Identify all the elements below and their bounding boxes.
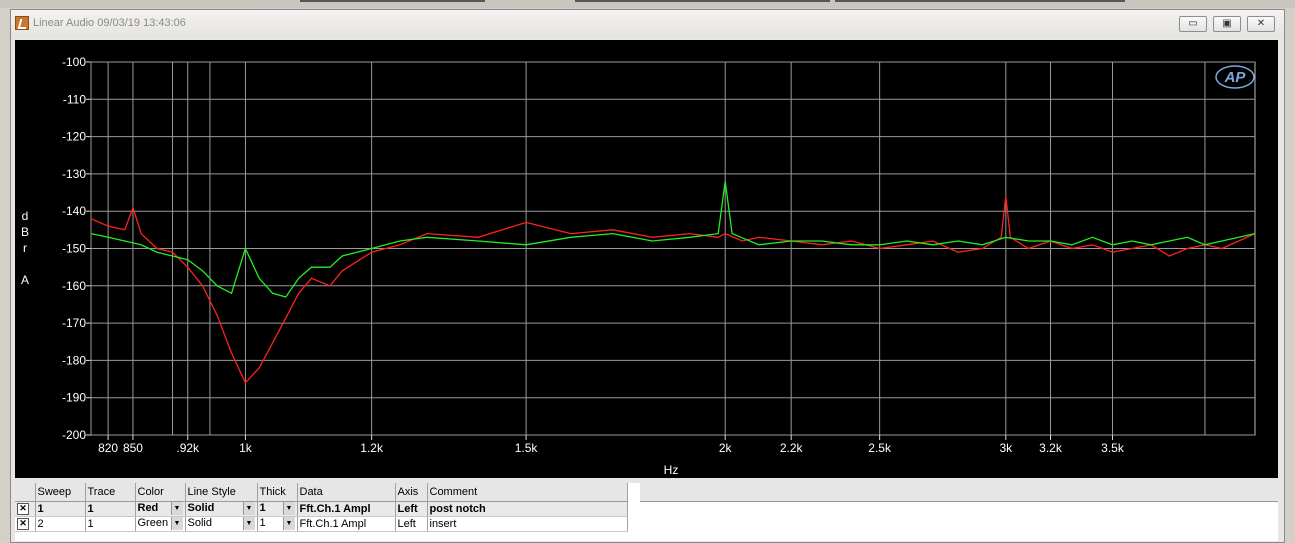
y-tick-label: -150 [62,242,86,256]
y-axis-label-char: A [21,273,29,287]
y-tick-labels: -100 -110 -120 -130 -140 -150 -160 -170 -180 -190… [62,55,86,442]
x-tick-label: 3.2k [1039,441,1063,455]
thick-dropdown-icon[interactable]: ▼ [282,517,295,530]
cell-axis[interactable]: Left [395,501,428,517]
y-tick-label: -110 [63,92,86,106]
header-check [15,483,36,502]
cell-comment[interactable]: post notch [427,501,628,517]
cell-trace[interactable]: 1 [85,501,136,517]
row-checkbox[interactable]: ✕ [15,516,36,532]
table-header-filler [640,483,1278,502]
color-dropdown-icon[interactable]: ▼ [170,517,183,530]
header-sweep[interactable]: Sweep [35,483,86,502]
cell-color[interactable]: Red ▼ [135,501,186,517]
x-tick-label: 850 [123,441,143,455]
y-tick-label: -190 [62,391,86,405]
table-header-row: Sweep Trace Color Line Style Thick Data … [15,483,628,502]
graph-window: Linear Audio 09/03/19 13:43:06 ▭ ▣ ✕ -10… [10,9,1285,543]
table-row[interactable]: ✕ 1 1 Red ▼ Solid ▼ 1 ▼ Fft.Ch.1 Ampl Left … [15,501,628,517]
line-style-dropdown-icon[interactable]: ▼ [242,502,255,515]
y-axis-label-char: B [21,225,29,239]
window-title: Linear Audio 09/03/19 13:43:06 [33,17,186,29]
x-tick-label: 3.5k [1101,441,1125,455]
cell-color-value: Green [137,517,169,529]
header-color[interactable]: Color [135,483,186,502]
y-tick-label: -180 [62,353,86,367]
cell-sweep[interactable]: 1 [35,501,86,517]
title-bar[interactable]: Linear Audio 09/03/19 13:43:06 ▭ ▣ ✕ [11,10,1284,38]
header-trace[interactable]: Trace [85,483,136,502]
row-checkbox[interactable]: ✕ [15,501,36,517]
color-dropdown-icon[interactable]: ▼ [170,502,183,515]
cell-data[interactable]: Fft.Ch.1 Ampl [297,516,396,532]
line-style-dropdown-icon[interactable]: ▼ [242,517,255,530]
cell-data[interactable]: Fft.Ch.1 Ampl [297,501,396,517]
cell-line-style-value: Solid [187,502,215,514]
cell-thick[interactable]: 1 ▼ [257,516,298,532]
y-tick-label: -200 [62,428,86,442]
cell-line-style[interactable]: Solid ▼ [185,501,258,517]
close-button[interactable]: ✕ [1247,16,1275,32]
thick-dropdown-icon[interactable]: ▼ [282,502,295,515]
cell-comment[interactable]: insert [427,516,628,532]
x-axis-label: Hz [664,463,679,477]
minimize-icon: ▭ [1188,18,1198,29]
series-line-2 [90,181,1256,298]
cell-thick[interactable]: 1 ▼ [257,501,298,517]
app-icon [15,16,29,30]
x-tick-label: 2k [719,441,733,455]
cell-color-value: Red [137,502,159,514]
y-axis-label-char: d [22,209,29,223]
x-tick-labels: 820 850 .92k 1k 1.2k 1.5k 2k 2.2k 2.5k 3k 3.2k 3.5k [98,441,1125,455]
x-tick-label: 1.5k [515,441,539,455]
series-line-1 [90,196,1256,384]
ap-logo-icon: AP [1215,65,1255,89]
x-tick-label: .92k [176,441,200,455]
plot-area[interactable]: -100 -110 -120 -130 -140 -150 -160 -170 -180 -190… [15,40,1278,478]
close-icon: ✕ [1256,18,1266,29]
ap-logo-text: AP [1224,69,1247,86]
cell-color[interactable]: Green ▼ [135,516,186,532]
y-tick-label: -120 [62,130,86,144]
restore-icon: ▣ [1222,18,1232,29]
header-comment[interactable]: Comment [427,483,628,502]
y-axis-label-char: r [23,241,27,255]
header-thick[interactable]: Thick [257,483,298,502]
x-tick-label: 1.2k [360,441,384,455]
background-taskbar [0,0,1295,8]
cell-trace[interactable]: 1 [85,516,136,532]
checkbox-checked-icon[interactable]: ✕ [17,518,29,530]
cell-sweep[interactable]: 2 [35,516,86,532]
y-tick-label: -140 [62,204,86,218]
gridlines [86,61,1256,440]
cell-line-style[interactable]: Solid ▼ [185,516,258,532]
y-tick-label: -130 [62,167,86,181]
y-axis-label: dBr A [21,209,29,287]
cell-thick-value: 1 [259,502,266,514]
fft-chart[interactable]: -100 -110 -120 -130 -140 -150 -160 -170 -180 -190… [15,40,1278,478]
restore-button[interactable]: ▣ [1213,16,1241,32]
table-row[interactable]: ✕ 2 1 Green ▼ Solid ▼ 1 ▼ Fft.Ch.1 Ampl Lef… [15,516,628,532]
header-data[interactable]: Data [297,483,396,502]
background-tab [575,0,830,2]
trace-table: Sweep Trace Color Line Style Thick Data … [15,483,1278,541]
x-tick-label: 2.2k [780,441,804,455]
x-tick-label: 3k [999,441,1013,455]
x-tick-label: 820 [98,441,118,455]
checkbox-checked-icon[interactable]: ✕ [17,503,29,515]
y-tick-label: -160 [62,279,86,293]
cell-line-style-value: Solid [187,517,212,529]
background-tab [835,0,1125,2]
y-tick-label: -170 [62,316,86,330]
y-tick-label: -100 [62,55,86,69]
minimize-button[interactable]: ▭ [1179,16,1207,32]
x-tick-label: 2.5k [868,441,892,455]
cell-axis[interactable]: Left [395,516,428,532]
background-tab [300,0,485,2]
x-tick-label: 1k [239,441,253,455]
header-line-style[interactable]: Line Style [185,483,258,502]
cell-thick-value: 1 [259,517,266,529]
header-axis[interactable]: Axis [395,483,428,502]
